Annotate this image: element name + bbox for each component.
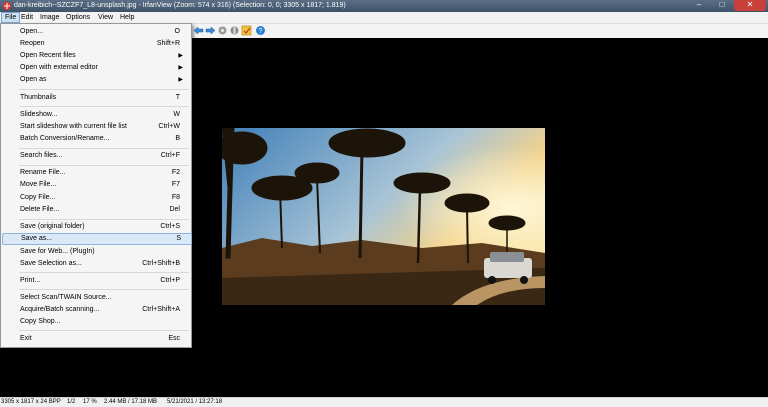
menu-separator	[19, 89, 189, 90]
menu-edit[interactable]: Edit	[18, 12, 36, 23]
menu-item-exit[interactable]: Exit Esc	[2, 333, 190, 345]
toolbar: ?	[191, 24, 768, 38]
arrow-left-icon[interactable]	[193, 25, 204, 36]
menu-separator	[19, 330, 189, 331]
photo-image	[222, 128, 545, 305]
file-menu: Open... O Reopen Shift+R Open Recent files…	[0, 23, 192, 348]
menu-item-save-selection-as[interactable]: Save Selection as... Ctrl+Shift+B	[2, 258, 190, 270]
minimize-button[interactable]: –	[688, 0, 710, 11]
menu-separator	[19, 165, 189, 166]
close-button[interactable]: ✕	[734, 0, 766, 11]
menu-item-save-as[interactable]: Save as... S	[2, 233, 192, 245]
menu-view[interactable]: View	[95, 12, 116, 23]
menu-item-select-scan-source[interactable]: Select Scan/TWAIN Source...	[2, 292, 190, 304]
menu-item-open-external-editor[interactable]: Open with external editor ▶	[2, 62, 190, 74]
toggle-icon[interactable]	[229, 25, 240, 36]
menu-item-slideshow[interactable]: Slideshow... W	[2, 109, 190, 121]
menu-separator	[19, 148, 189, 149]
chevron-right-icon: ▶	[178, 77, 183, 83]
title-bar: dan-kreibich--SZCZF7_L8-unsplash.jpg - I…	[0, 0, 768, 12]
menu-image[interactable]: Image	[37, 12, 62, 23]
chevron-right-icon: ▶	[178, 65, 183, 71]
paint-icon[interactable]	[241, 25, 252, 36]
menu-item-open[interactable]: Open... O	[2, 26, 190, 38]
menu-item-start-slideshow[interactable]: Start slideshow with current file list Ct…	[2, 121, 190, 133]
menu-separator	[19, 106, 189, 107]
settings-icon[interactable]	[217, 25, 228, 36]
irfanview-logo-icon	[3, 2, 11, 10]
menu-separator	[19, 272, 189, 273]
menu-item-open-as[interactable]: Open as ▶	[2, 74, 190, 86]
arrow-right-icon[interactable]	[205, 25, 216, 36]
menu-item-batch-conversion[interactable]: Batch Conversion/Rename... B	[2, 133, 190, 145]
menu-help[interactable]: Help	[117, 12, 137, 23]
menu-item-print[interactable]: Print... Ctrl+P	[2, 275, 190, 287]
chevron-right-icon: ▶	[178, 53, 183, 59]
menu-item-open-recent[interactable]: Open Recent files ▶	[2, 50, 190, 62]
menu-item-search-files[interactable]: Search files... Ctrl+F	[2, 150, 190, 162]
svg-text:?: ?	[259, 28, 263, 35]
menu-item-delete-file[interactable]: Delete File... Del	[2, 204, 190, 216]
menu-item-copy-file[interactable]: Copy File... F8	[2, 192, 190, 204]
menu-item-copy-shop[interactable]: Copy Shop...	[2, 316, 190, 328]
menu-separator	[19, 289, 189, 290]
menu-item-save-original-folder[interactable]: Save (original folder) Ctrl+S	[2, 221, 190, 233]
menu-item-acquire-batch-scanning[interactable]: Acquire/Batch scanning... Ctrl+Shift+A	[2, 304, 190, 316]
menu-item-move-file[interactable]: Move File... F7	[2, 179, 190, 191]
menu-separator	[19, 219, 189, 220]
menu-item-reopen[interactable]: Reopen Shift+R	[2, 38, 190, 50]
help-icon[interactable]: ?	[255, 25, 266, 36]
maximize-button[interactable]: □	[711, 0, 733, 11]
menu-options[interactable]: Options	[63, 12, 93, 23]
menu-item-save-for-web[interactable]: Save for Web... (PlugIn)	[2, 246, 190, 258]
menu-item-rename-file[interactable]: Rename File... F2	[2, 167, 190, 179]
menu-item-thumbnails[interactable]: Thumbnails T	[2, 92, 190, 104]
window-title: dan-kreibich--SZCZF7_L8-unsplash.jpg - I…	[14, 2, 346, 9]
